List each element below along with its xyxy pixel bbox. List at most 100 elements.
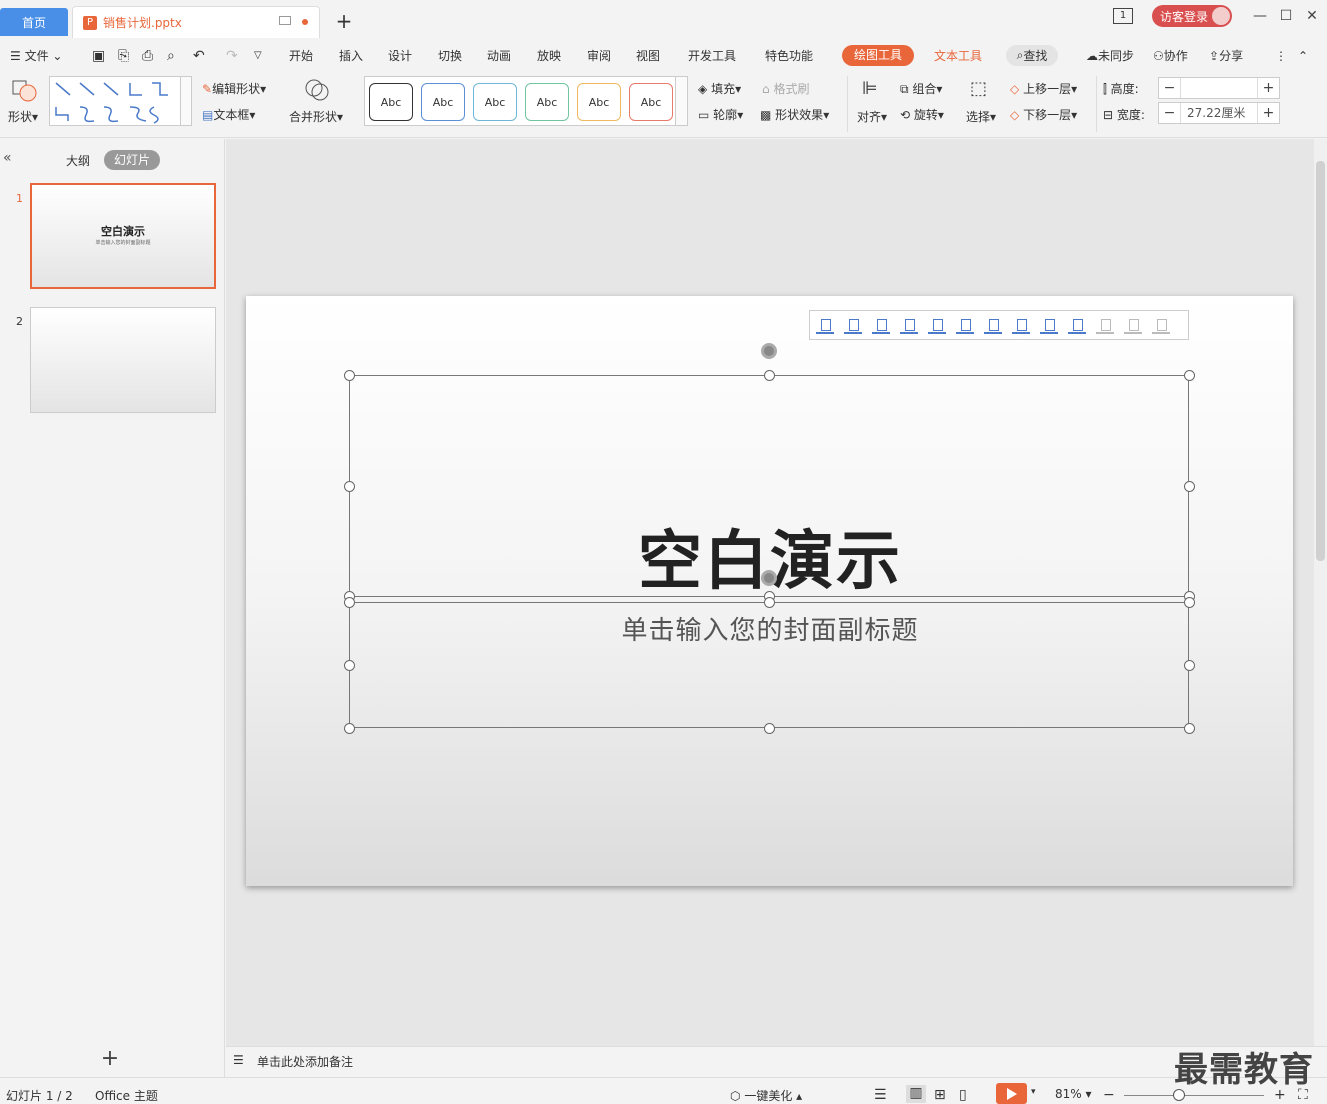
more-icon[interactable]: ⋮ xyxy=(1275,47,1287,65)
quick-access-dropdown-icon[interactable]: ▽ xyxy=(254,47,262,65)
sync-button[interactable]: ☁未同步 xyxy=(1086,47,1134,65)
menu-transition[interactable]: 切换 xyxy=(438,47,462,65)
style-sample-6[interactable]: Abc xyxy=(629,83,673,121)
rotate-button[interactable]: ⟲ 旋转▾ xyxy=(900,106,944,123)
menu-text-tools[interactable]: 文本工具 xyxy=(934,47,982,65)
slide-thumbnail-2[interactable] xyxy=(30,307,216,413)
menu-animation[interactable]: 动画 xyxy=(487,47,511,65)
print-icon[interactable]: ⎙ xyxy=(142,47,153,65)
new-tab-button[interactable]: + xyxy=(334,8,354,34)
menu-developer[interactable]: 开发工具 xyxy=(688,47,736,65)
notes-pane[interactable] xyxy=(226,1046,1327,1077)
shape-label[interactable]: 形状▾ xyxy=(8,108,38,125)
slide-thumbnail-1[interactable]: 空白演示 单击输入您的封面副标题 xyxy=(30,183,216,289)
zoom-slider-track[interactable] xyxy=(1124,1095,1264,1096)
merge-shape-icon[interactable] xyxy=(304,78,330,105)
width-decrease-button[interactable]: − xyxy=(1159,103,1181,123)
width-stepper[interactable]: − 27.22厘米 + xyxy=(1158,102,1280,124)
undo-icon[interactable]: ↶ xyxy=(193,47,205,65)
style-sample-2[interactable]: Abc xyxy=(421,83,465,121)
text-box-button[interactable]: ▤文本框▾ xyxy=(202,106,255,123)
resize-handle[interactable] xyxy=(344,660,355,671)
format-brush-button[interactable]: ⌂ 格式刷 xyxy=(762,80,809,97)
rotate-handle-icon[interactable] xyxy=(761,343,777,359)
group-button[interactable]: ⧉ 组合▾ xyxy=(900,80,942,97)
export-pdf-icon[interactable]: ⎘ xyxy=(118,47,129,65)
maximize-icon[interactable]: ☐ xyxy=(1276,6,1296,26)
menu-start[interactable]: 开始 xyxy=(289,47,313,65)
monitor-icon[interactable] xyxy=(279,16,291,25)
slide-sorter-icon[interactable]: ⊞ xyxy=(934,1087,946,1103)
collapse-ribbon-icon[interactable]: ⌃ xyxy=(1298,47,1308,65)
split-icon[interactable] xyxy=(1152,316,1170,334)
notes-placeholder[interactable]: 单击此处添加备注 xyxy=(257,1053,353,1070)
theme-name[interactable]: Office 主题 xyxy=(95,1087,158,1104)
resize-handle[interactable] xyxy=(1184,481,1195,492)
shape-effect-button[interactable]: ▩ 形状效果▾ xyxy=(760,106,829,123)
resize-handle[interactable] xyxy=(764,723,775,734)
play-slideshow-button[interactable] xyxy=(996,1083,1027,1104)
menu-review[interactable]: 审阅 xyxy=(587,47,611,65)
resize-handle[interactable] xyxy=(344,597,355,608)
width-increase-button[interactable]: + xyxy=(1257,103,1279,123)
distribute-horizontal-icon[interactable] xyxy=(1012,316,1030,334)
crop-icon[interactable] xyxy=(1068,316,1086,334)
share-button[interactable]: ⇪分享 xyxy=(1209,47,1243,65)
select-icon[interactable]: ⬚ xyxy=(970,78,987,99)
outline-button[interactable]: ▭ 轮廓▾ xyxy=(698,106,743,123)
collapse-panel-icon[interactable]: « xyxy=(3,150,12,166)
bring-forward-button[interactable]: ◇ 上移一层▾ xyxy=(1010,80,1077,97)
resize-handle[interactable] xyxy=(1184,597,1195,608)
style-gallery-scroll[interactable] xyxy=(676,76,688,126)
menu-drawing-tools[interactable]: 绘图工具 xyxy=(842,45,914,66)
resize-handle[interactable] xyxy=(764,370,775,381)
resize-handle[interactable] xyxy=(344,723,355,734)
style-sample-4[interactable]: Abc xyxy=(525,83,569,121)
menu-design[interactable]: 设计 xyxy=(388,47,412,65)
send-backward-button[interactable]: ◇ 下移一层▾ xyxy=(1010,106,1077,123)
edit-shape-button[interactable]: ✎编辑形状▾ xyxy=(202,80,266,97)
center-both-icon[interactable] xyxy=(984,316,1002,334)
line-style-gallery[interactable] xyxy=(49,76,181,126)
reading-view-icon[interactable]: ▯ xyxy=(959,1087,967,1103)
rotate-handle-icon[interactable] xyxy=(761,570,777,586)
menu-slideshow[interactable]: 放映 xyxy=(537,47,561,65)
width-value[interactable]: 27.22厘米 xyxy=(1187,103,1245,123)
menu-view[interactable]: 视图 xyxy=(636,47,660,65)
guest-login-button[interactable]: 访客登录 xyxy=(1152,5,1232,27)
redo-icon[interactable]: ↷ xyxy=(226,47,238,65)
height-decrease-button[interactable]: − xyxy=(1159,78,1181,98)
print-preview-icon[interactable]: ⌕ xyxy=(167,47,175,65)
fill-button[interactable]: ◈ 填充▾ xyxy=(698,80,741,97)
play-options-icon[interactable]: ▾ xyxy=(1031,1087,1036,1097)
beautify-button[interactable]: ⬡ 一键美化 ▴ xyxy=(730,1087,802,1104)
collaborate-button[interactable]: ⚇协作 xyxy=(1153,47,1188,65)
zoom-level[interactable]: 81% ▾ xyxy=(1055,1087,1092,1101)
shape-button[interactable] xyxy=(12,80,37,102)
normal-view-icon[interactable]: ▥ xyxy=(906,1085,926,1103)
align-top-icon[interactable] xyxy=(900,316,918,334)
style-sample-5[interactable]: Abc xyxy=(577,83,621,121)
notes-toggle-icon[interactable]: ☰ xyxy=(874,1087,887,1103)
align-button[interactable]: 对齐▾ xyxy=(857,108,887,125)
slide-title[interactable]: 空白演示 xyxy=(350,510,1190,602)
minimize-icon[interactable]: — xyxy=(1250,6,1270,26)
align-icon[interactable]: ⊫ xyxy=(862,78,878,99)
height-stepper[interactable]: − + xyxy=(1158,77,1280,99)
align-bottom-icon[interactable] xyxy=(956,316,974,334)
line-gallery-scroll[interactable] xyxy=(181,76,192,126)
merge-shape-button[interactable]: 合并形状▾ xyxy=(289,108,343,125)
tab-slides[interactable]: 幻灯片 xyxy=(104,150,160,170)
align-left-icon[interactable] xyxy=(816,316,834,334)
resize-handle[interactable] xyxy=(764,597,775,608)
select-button[interactable]: 选择▾ xyxy=(966,108,996,125)
menu-special[interactable]: 特色功能 xyxy=(765,47,813,65)
height-increase-button[interactable]: + xyxy=(1257,78,1279,98)
menu-file[interactable]: ☰ 文件 ⌄ xyxy=(10,47,62,65)
tab-home[interactable]: 首页 xyxy=(0,8,68,36)
resize-handle[interactable] xyxy=(344,481,355,492)
style-sample-1[interactable]: Abc xyxy=(369,83,413,121)
close-icon[interactable]: ✕ xyxy=(1302,6,1322,26)
search-button[interactable]: ⌕ 查找 xyxy=(1006,45,1058,66)
add-slide-button[interactable]: + xyxy=(100,1046,120,1071)
